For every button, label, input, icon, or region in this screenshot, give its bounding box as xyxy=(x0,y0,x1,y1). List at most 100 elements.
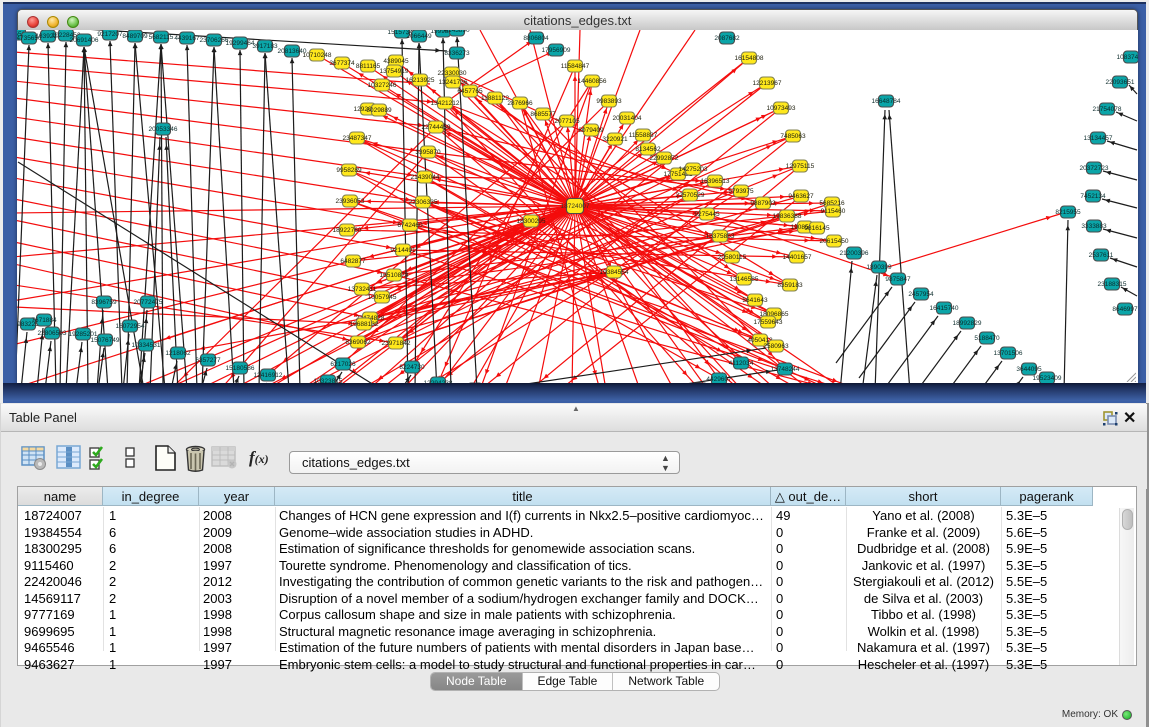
svg-text:17559643: 17559643 xyxy=(754,319,783,326)
svg-text:13134457: 13134457 xyxy=(1084,135,1113,142)
svg-text:22992872: 22992872 xyxy=(650,155,679,162)
svg-text:19688132: 19688132 xyxy=(350,321,379,328)
svg-text:21754078: 21754078 xyxy=(1093,106,1122,113)
svg-text:7671884: 7671884 xyxy=(31,317,57,324)
svg-text:10334531: 10334531 xyxy=(132,342,161,349)
svg-text:2580963: 2580963 xyxy=(763,343,789,350)
svg-text:6742460: 6742460 xyxy=(397,222,423,229)
svg-text:9463627: 9463627 xyxy=(788,193,814,200)
svg-text:12416912: 12416912 xyxy=(254,372,283,379)
svg-text:5188470: 5188470 xyxy=(974,335,1000,342)
svg-text:8646997: 8646997 xyxy=(1112,306,1138,313)
svg-text:2876966: 2876966 xyxy=(507,100,533,107)
svg-text:8215955: 8215955 xyxy=(1055,209,1081,216)
svg-text:2087682: 2087682 xyxy=(714,35,740,42)
svg-text:10837430: 10837430 xyxy=(1117,54,1138,61)
svg-text:22570529: 22570529 xyxy=(676,192,705,199)
svg-text:20580115: 20580115 xyxy=(718,254,747,261)
svg-text:8029889: 8029889 xyxy=(366,107,392,114)
svg-text:8224730: 8224730 xyxy=(399,364,425,371)
svg-text:16510878: 16510878 xyxy=(380,272,409,279)
svg-text:10710248: 10710248 xyxy=(303,52,332,59)
svg-text:9958289: 9958289 xyxy=(336,167,362,174)
svg-text:9275445: 9275445 xyxy=(694,211,720,218)
svg-text:2537611: 2537611 xyxy=(1089,252,1114,259)
svg-text:8806804: 8806804 xyxy=(523,35,549,42)
svg-text:8134562: 8134562 xyxy=(635,146,661,153)
svg-text:11584847: 11584847 xyxy=(561,63,590,70)
svg-text:14401657: 14401657 xyxy=(783,254,812,261)
svg-text:22306335: 22306335 xyxy=(409,199,438,206)
svg-text:1890399: 1890399 xyxy=(866,264,892,271)
svg-text:2077105: 2077105 xyxy=(554,118,580,125)
svg-text:8685577: 8685577 xyxy=(530,111,556,118)
svg-text:3677374: 3677374 xyxy=(329,60,355,67)
svg-text:16396513: 16396513 xyxy=(701,178,730,185)
svg-text:9816145: 9816145 xyxy=(804,225,830,232)
svg-text:23706266: 23706266 xyxy=(200,37,229,44)
svg-text:22806503: 22806503 xyxy=(38,330,67,337)
svg-text:7452134: 7452134 xyxy=(1080,193,1106,200)
svg-text:4439167: 4439167 xyxy=(174,35,200,42)
svg-text:13421212: 13421212 xyxy=(431,100,460,107)
svg-text:7485063: 7485063 xyxy=(780,133,806,140)
svg-text:1218062: 1218062 xyxy=(165,350,191,357)
svg-text:20772475: 20772475 xyxy=(134,299,163,306)
svg-text:8369062: 8369062 xyxy=(345,339,371,346)
svg-text:20691406: 20691406 xyxy=(70,37,99,44)
svg-text:13754919: 13754919 xyxy=(380,68,409,75)
svg-text:8396759: 8396759 xyxy=(91,299,117,306)
svg-text:19299464: 19299464 xyxy=(226,40,255,47)
svg-text:13732411: 13732411 xyxy=(348,286,377,293)
svg-text:6482877: 6482877 xyxy=(340,258,366,265)
svg-text:9214491: 9214491 xyxy=(390,247,416,254)
svg-text:14460856: 14460856 xyxy=(578,78,607,85)
svg-text:12213967: 12213967 xyxy=(753,80,782,87)
svg-text:19836388: 19836388 xyxy=(773,213,802,220)
svg-text:22093651: 22093651 xyxy=(1106,79,1135,86)
svg-text:8811165: 8811165 xyxy=(356,63,381,70)
svg-text:10973493: 10973493 xyxy=(767,105,796,112)
svg-text:8489709: 8489709 xyxy=(122,33,148,40)
svg-text:16154808: 16154808 xyxy=(735,55,764,62)
svg-text:11558837: 11558837 xyxy=(629,132,658,139)
svg-text:10327246: 10327246 xyxy=(368,82,397,89)
svg-text:19523409: 19523409 xyxy=(1033,375,1062,382)
svg-text:9217207: 9217207 xyxy=(97,31,123,38)
svg-text:12294238: 12294238 xyxy=(424,380,453,383)
svg-text:23936053: 23936053 xyxy=(336,198,365,205)
svg-text:20031404: 20031404 xyxy=(613,115,642,122)
svg-text:20615450: 20615450 xyxy=(820,238,849,245)
svg-text:3333883: 3333883 xyxy=(1081,223,1107,230)
svg-text:10323815: 10323815 xyxy=(314,378,343,383)
svg-text:8079409: 8079409 xyxy=(578,127,604,134)
svg-text:23487347: 23487347 xyxy=(343,135,372,142)
svg-text:8336273: 8336273 xyxy=(444,50,470,57)
svg-text:6217026: 6217026 xyxy=(330,361,356,368)
svg-text:9983893: 9983893 xyxy=(596,98,622,105)
svg-text:16648784: 16648784 xyxy=(872,98,901,105)
svg-text:18300295: 18300295 xyxy=(517,218,546,225)
svg-text:11881122: 11881122 xyxy=(481,95,509,102)
svg-text:23188315: 23188315 xyxy=(1098,281,1127,288)
svg-text:3395870: 3395870 xyxy=(415,149,441,156)
svg-text:3644095: 3644095 xyxy=(1016,366,1042,373)
svg-text:10057945: 10057945 xyxy=(368,294,397,301)
svg-text:9887903: 9887903 xyxy=(750,200,776,207)
svg-text:18992829: 18992829 xyxy=(953,320,982,327)
svg-text:21439044: 21439044 xyxy=(411,174,440,181)
svg-text:18724007: 18724007 xyxy=(561,203,590,210)
svg-text:3220921: 3220921 xyxy=(602,136,628,143)
svg-text:20372723: 20372723 xyxy=(1080,165,1109,172)
svg-text:4112034: 4112034 xyxy=(729,360,754,367)
svg-text:15180586: 15180586 xyxy=(226,365,255,372)
svg-text:13146585: 13146585 xyxy=(730,276,759,283)
svg-text:15375853: 15375853 xyxy=(706,233,735,240)
svg-text:5641643: 5641643 xyxy=(742,297,768,304)
svg-text:14275203: 14275203 xyxy=(679,166,708,173)
svg-text:16072954: 16072954 xyxy=(116,323,145,330)
svg-text:9875847: 9875847 xyxy=(885,276,911,283)
svg-text:5682115: 5682115 xyxy=(149,34,174,41)
svg-text:15076749: 15076749 xyxy=(91,337,120,344)
svg-text:4429607: 4429607 xyxy=(706,376,732,383)
